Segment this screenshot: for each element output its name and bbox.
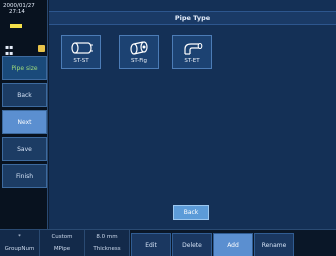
thickness-value: 8.0 mm [96, 234, 118, 240]
elbow-pipe-icon [184, 42, 203, 55]
page-title: Pipe Type [49, 11, 336, 25]
add-label: Add [227, 241, 239, 249]
sidebar-item-finish[interactable]: Finish [2, 164, 47, 188]
tile-label: ST-ST [73, 58, 89, 64]
group-num-field[interactable]: * GroupNum [0, 230, 40, 256]
back-button[interactable]: Back [173, 205, 209, 220]
signal-icon: ▪▪ ▪▪ [5, 44, 14, 57]
main-panel: Pipe Type ST-ST ST-Fig ST-ET Back [49, 0, 336, 229]
pipe-type-st-fig[interactable]: ST-Fig [119, 35, 159, 69]
sidebar-item-next[interactable]: Next [2, 110, 47, 134]
sidebar-item-pipe-size[interactable]: Pipe size [2, 56, 47, 80]
tile-label: ST-ET [184, 58, 200, 64]
add-button[interactable]: Add [213, 233, 253, 256]
sidebar-item-save[interactable]: Save [2, 137, 47, 161]
pipe-type-st-st[interactable]: ST-ST [61, 35, 101, 69]
group-num-label: GroupNum [4, 246, 35, 252]
sidebar: 2000/01/27 27:14 ▪▪ ▪▪ Pipe size Back Ne… [0, 0, 48, 229]
bottom-bar: * GroupNum Custom MPipe 8.0 mm Thickness… [0, 229, 336, 256]
pipe-material-label: MPipe [53, 246, 71, 252]
straight-pipe-icon [71, 42, 93, 54]
thickness-label: Thickness [93, 246, 121, 252]
delete-button[interactable]: Delete [172, 233, 212, 256]
sidebar-item-label: Finish [15, 172, 34, 180]
edit-button[interactable]: Edit [131, 233, 171, 256]
rename-button[interactable]: Rename [254, 233, 294, 256]
screen: 2000/01/27 27:14 ▪▪ ▪▪ Pipe size Back Ne… [0, 0, 336, 256]
sidebar-item-label: Back [17, 91, 32, 99]
status-block: 2000/01/27 27:14 [0, 0, 48, 42]
pipe-fitting-icon [130, 41, 148, 55]
sidebar-item-label: Save [17, 145, 32, 153]
tile-label: ST-Fig [130, 58, 148, 64]
pipe-type-st-et[interactable]: ST-ET [172, 35, 212, 69]
pipe-material-field[interactable]: Custom MPipe [40, 230, 85, 256]
group-num-value: * [18, 234, 21, 240]
pipe-material-value: Custom [51, 234, 73, 240]
thickness-field[interactable]: 8.0 mm Thickness [85, 230, 130, 256]
rename-label: Rename [261, 241, 287, 249]
status-time: 27:14 [9, 9, 25, 15]
usb-icon [38, 45, 45, 52]
sidebar-item-label: Next [17, 118, 32, 126]
sidebar-item-back[interactable]: Back [2, 83, 47, 107]
delete-label: Delete [182, 241, 202, 249]
edit-label: Edit [145, 241, 157, 249]
sidebar-item-label: Pipe size [11, 64, 38, 72]
battery-icon [10, 24, 22, 28]
